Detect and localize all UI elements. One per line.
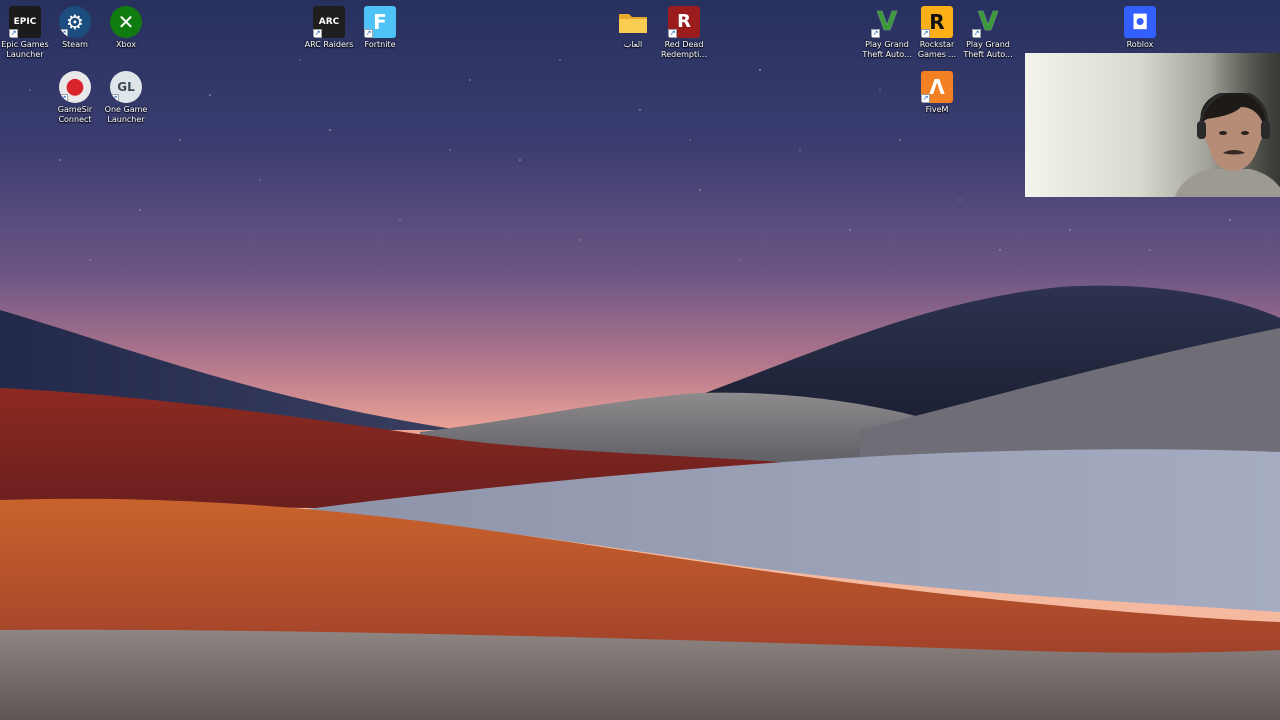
fivem-icon: Λ ↗ xyxy=(921,71,953,103)
roblox-icon: ◘ xyxy=(1124,6,1156,38)
desktop-icon-label: ARC Raiders xyxy=(304,40,354,49)
arc-raiders-icon: ARC ↗ xyxy=(313,6,345,38)
rockstar-games-icon: R ↗ xyxy=(921,6,953,38)
desktop-icon-one-game-launcher[interactable]: GL ↗ One Game Launcher xyxy=(101,67,151,125)
shortcut-arrow-icon: ↗ xyxy=(921,29,930,38)
desktop-icon-label: Rockstar Games ... xyxy=(917,40,957,59)
folder-shape xyxy=(619,14,647,33)
steam-icon: ⚙ ↗ xyxy=(59,6,91,38)
gta-v-icon: V ↗ xyxy=(972,7,999,38)
one-game-launcher-icon: GL ↗ xyxy=(110,71,142,103)
desktop-icon-steam[interactable]: ⚙ ↗ Steam xyxy=(50,2,100,50)
desktop-icon-gamesir-connect[interactable]: ● ↗ GameSir Connect xyxy=(50,67,100,125)
shortcut-arrow-icon: ↗ xyxy=(59,29,68,38)
gta-v-icon: V ↗ xyxy=(871,7,898,38)
shortcut-arrow-icon: ↗ xyxy=(871,29,880,38)
desktop-icon-roblox[interactable]: ◘ Roblox xyxy=(1115,2,1165,50)
desktop-icon-label: Steam xyxy=(62,40,88,49)
red-dead-redemption-icon: R ↗ xyxy=(668,6,700,38)
desktop-icon-label: Fortnite xyxy=(364,40,396,49)
folder-icon xyxy=(617,6,649,38)
desktop-icon-epic-games-launcher[interactable]: EPIC ↗ Epic Games Launcher xyxy=(0,2,50,60)
shortcut-arrow-icon: ↗ xyxy=(9,29,18,38)
desktop-icon-fortnite[interactable]: F ↗ Fortnite xyxy=(355,2,405,50)
webcam-overlay xyxy=(1025,53,1280,197)
epic-games-icon: EPIC ↗ xyxy=(9,6,41,38)
desktop-icon-label: Epic Games Launcher xyxy=(1,40,49,59)
desktop-icon-label: GameSir Connect xyxy=(57,105,93,124)
desktop-icon-label: Xbox xyxy=(116,40,136,49)
desktop-icon-fivem[interactable]: Λ ↗ FiveM xyxy=(912,67,962,115)
shortcut-arrow-icon: ↗ xyxy=(972,29,981,38)
shortcut-arrow-icon: ↗ xyxy=(668,29,677,38)
xbox-icon: ✕ xyxy=(110,6,142,38)
desktop-icon-xbox[interactable]: ✕ Xbox xyxy=(101,2,151,50)
gamesir-icon: ● ↗ xyxy=(59,71,91,103)
desktop-icon-red-dead-redemption[interactable]: R ↗ Red Dead Redempti... xyxy=(659,2,709,60)
fortnite-icon: F ↗ xyxy=(364,6,396,38)
desktop[interactable]: EPIC ↗ Epic Games Launcher ⚙ ↗ Steam ✕ X… xyxy=(0,0,1280,720)
webcam-person xyxy=(1175,93,1280,197)
shortcut-arrow-icon: ↗ xyxy=(921,94,930,103)
shortcut-arrow-icon: ↗ xyxy=(313,29,322,38)
desktop-icon-play-gta-2[interactable]: V ↗ Play Grand Theft Auto... xyxy=(963,2,1013,60)
desktop-icon-play-gta-1[interactable]: V ↗ Play Grand Theft Auto... xyxy=(862,2,912,60)
desktop-icon-label: Play Grand Theft Auto... xyxy=(862,40,912,59)
desktop-icon-label: Roblox xyxy=(1126,40,1154,49)
desktop-icon-label: Play Grand Theft Auto... xyxy=(963,40,1013,59)
desktop-icon-arc-raiders[interactable]: ARC ↗ ARC Raiders xyxy=(304,2,354,50)
desktop-icon-label: One Game Launcher xyxy=(104,105,148,124)
shortcut-arrow-icon: ↗ xyxy=(364,29,373,38)
desktop-icon-folder[interactable]: العاب xyxy=(608,2,658,50)
shortcut-arrow-icon: ↗ xyxy=(110,94,119,103)
desktop-icon-label: العاب xyxy=(623,40,643,49)
desktop-icon-label: Red Dead Redempti... xyxy=(661,40,707,59)
desktop-icon-rockstar-games[interactable]: R ↗ Rockstar Games ... xyxy=(912,2,962,60)
desktop-icon-label: FiveM xyxy=(925,105,949,114)
shortcut-arrow-icon: ↗ xyxy=(59,94,68,103)
